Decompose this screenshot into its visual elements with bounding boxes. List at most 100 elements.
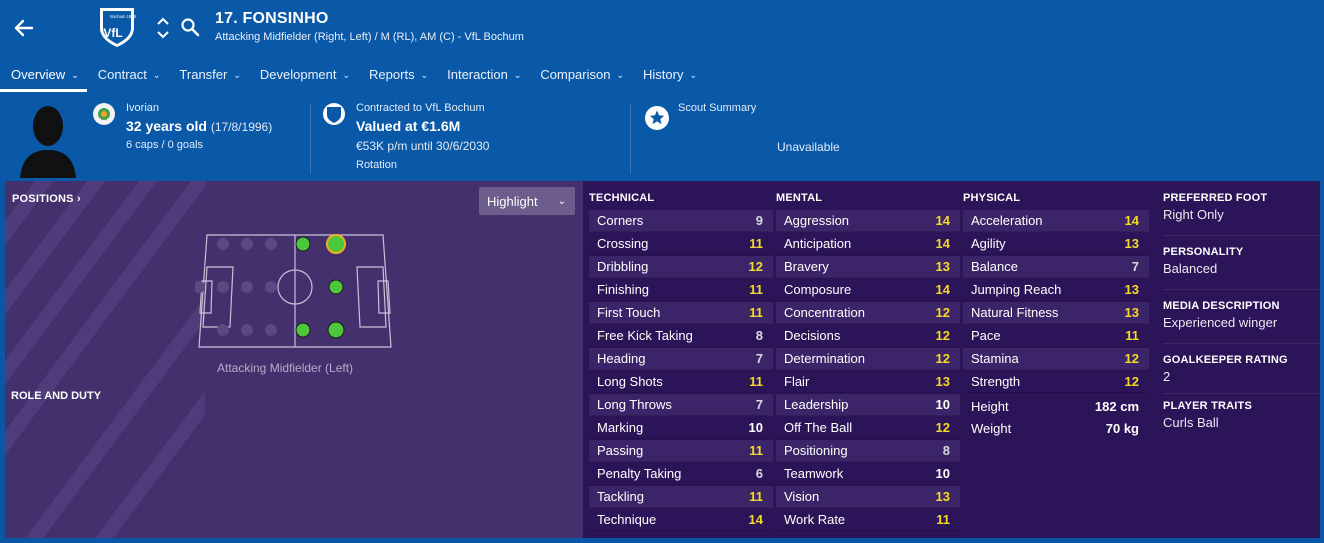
- attribute-row: Composure 14: [776, 279, 960, 301]
- attribute-row: Teamwork 10: [776, 463, 960, 485]
- attribute-label: Tackling: [597, 489, 644, 504]
- tab-history[interactable]: History ⌄: [632, 60, 705, 92]
- highlight-label: Highlight: [487, 194, 538, 209]
- tab-transfer[interactable]: Transfer ⌄: [168, 60, 248, 92]
- position-dot: [265, 281, 277, 293]
- attribute-row: Bravery 13: [776, 256, 960, 278]
- attribute-row: Tackling 11: [589, 486, 773, 508]
- attribute-value: 9: [755, 213, 763, 228]
- chevron-down-icon: ⌄: [420, 70, 429, 80]
- tab-overview[interactable]: Overview ⌄: [0, 60, 87, 92]
- weight-label: Weight: [971, 421, 1012, 436]
- scout-summary-label: Scout Summary: [678, 102, 757, 114]
- positions-title[interactable]: POSITIONS ›: [12, 193, 81, 205]
- club-crest-icon: Bochum 1848 VfL: [100, 8, 137, 47]
- attribute-value: 6: [755, 466, 763, 481]
- attribute-row: Long Shots 11: [589, 371, 773, 393]
- attribute-label: Crossing: [597, 236, 649, 251]
- tab-label: Overview: [11, 67, 66, 82]
- attribute-value: 14: [935, 236, 950, 251]
- attribute-label: Positioning: [784, 443, 848, 458]
- attributes-panel: POSITIONS › Highlight ⌄ Attacking Midfie…: [5, 181, 1320, 538]
- attribute-label: Teamwork: [784, 466, 844, 481]
- meta-title: PLAYER TRAITS: [1163, 400, 1252, 412]
- position-dot: [241, 238, 253, 250]
- search-icon[interactable]: [180, 17, 200, 37]
- attribute-label: Marking: [597, 420, 644, 435]
- chevron-up-icon[interactable]: [156, 16, 170, 26]
- height-value: 182 cm: [1094, 399, 1139, 414]
- attribute-label: Stamina: [971, 351, 1019, 366]
- attribute-label: Penalty Taking: [597, 466, 682, 481]
- header-bar: Bochum 1848 VfL 17. FONSINHO Attacking M…: [0, 0, 1324, 180]
- height-row: Height 182 cm: [963, 396, 1149, 418]
- attribute-row: Decisions 12: [776, 325, 960, 347]
- attribute-value: 8: [755, 328, 763, 343]
- attribute-label: Aggression: [784, 213, 850, 228]
- attribute-value: 14: [748, 512, 763, 527]
- attribute-row: Penalty Taking 6: [589, 463, 773, 485]
- attribute-row: Flair 13: [776, 371, 960, 393]
- position-dot: [217, 281, 229, 293]
- attribute-value: 10: [935, 466, 950, 481]
- tab-label: History: [643, 67, 684, 82]
- divider: [1163, 289, 1320, 290]
- attribute-value: 11: [749, 305, 763, 320]
- attribute-label: Technique: [597, 512, 657, 527]
- attribute-label: Work Rate: [784, 512, 846, 527]
- attribute-label: Long Shots: [597, 374, 663, 389]
- attribute-row: Positioning 8: [776, 440, 960, 462]
- position-caption: Attacking Midfielder (Left): [217, 361, 354, 375]
- attribute-row: First Touch 11: [589, 302, 773, 324]
- highlight-dropdown[interactable]: Highlight ⌄: [479, 187, 575, 215]
- chevron-down-icon: ⌄: [557, 196, 566, 207]
- attribute-value: 13: [935, 374, 950, 389]
- attribute-value: 7: [1131, 259, 1139, 274]
- tab-development[interactable]: Development ⌄: [249, 60, 358, 92]
- position-dot: [241, 324, 253, 336]
- squad-status: Rotation: [356, 159, 397, 171]
- attribute-value: 8: [942, 443, 950, 458]
- player-info-strip: Ivorian 32 years old (17/8/1996) 6 caps …: [0, 96, 1324, 180]
- tab-comparison[interactable]: Comparison ⌄: [529, 60, 632, 92]
- player-age: 32 years old (17/8/1996): [126, 118, 272, 134]
- attribute-row: Vision 13: [776, 486, 960, 508]
- attribute-label: First Touch: [597, 305, 661, 320]
- personality: PERSONALITY Balanced: [1163, 246, 1320, 276]
- chevron-down-icon: ⌄: [71, 70, 79, 80]
- attribute-row: Work Rate 11: [776, 509, 960, 531]
- tab-interaction[interactable]: Interaction ⌄: [436, 60, 529, 92]
- tab-reports[interactable]: Reports ⌄: [358, 60, 436, 92]
- attribute-value: 10: [748, 420, 763, 435]
- crest-monogram: VfL: [103, 26, 122, 40]
- tab-label: Development: [259, 67, 337, 82]
- attribute-row: Free Kick Taking 8: [589, 325, 773, 347]
- scout-summary-value: Unavailable: [777, 140, 840, 154]
- attribute-label: Leadership: [784, 397, 849, 412]
- position-dot: [217, 238, 229, 250]
- tab-label: Contract: [97, 67, 147, 82]
- pitch-left-box: [202, 266, 234, 328]
- meta-value: Curls Ball: [1163, 415, 1219, 430]
- height-label: Height: [971, 399, 1009, 414]
- attribute-value: 13: [935, 259, 950, 274]
- back-arrow-icon[interactable]: [10, 14, 38, 42]
- chevron-down-icon[interactable]: [156, 30, 170, 40]
- position-dot-natural: [295, 236, 311, 252]
- attribute-label: Strength: [971, 374, 1021, 389]
- attribute-label: Natural Fitness: [971, 305, 1059, 320]
- attribute-value: 14: [935, 282, 950, 297]
- attribute-label: Acceleration: [971, 213, 1043, 228]
- attribute-row: Off The Ball 12: [776, 417, 960, 439]
- attribute-row: Natural Fitness 13: [963, 302, 1149, 324]
- position-dot: [217, 324, 229, 336]
- position-dot: [241, 281, 253, 293]
- attribute-value: 14: [1124, 213, 1139, 228]
- meta-title: PERSONALITY: [1163, 246, 1244, 258]
- meta-title: MEDIA DESCRIPTION: [1163, 300, 1280, 312]
- tab-contract[interactable]: Contract ⌄: [87, 60, 169, 92]
- attribute-value: 11: [936, 512, 950, 527]
- meta-title: GOALKEEPER RATING: [1163, 354, 1288, 366]
- attribute-row: Technique 14: [589, 509, 773, 531]
- attribute-value: 11: [749, 282, 763, 297]
